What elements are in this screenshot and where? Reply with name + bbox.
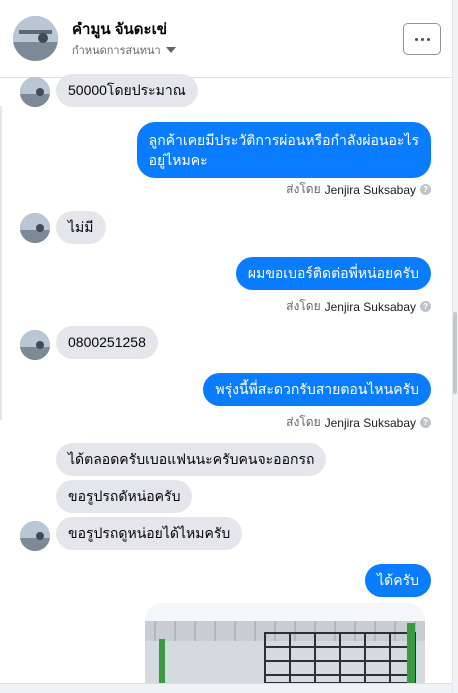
contact-avatar-small [20,213,50,243]
outgoing-message[interactable]: ผมขอเบอร์ติดต่อพี่หน่อยครับ [235,257,431,290]
contact-avatar-small [20,521,50,551]
outgoing-message[interactable]: ลูกค้าเคยมีประวัติการผ่อนหรือกำลังผ่อนอะ… [136,122,431,178]
scrollbar-thumb[interactable] [453,312,457,394]
sender-name: Jenjira Suksabay [324,415,416,430]
incoming-message[interactable]: ไม่มี [56,211,106,244]
conversation-schedule-dropdown[interactable]: กำหนดการสนทนา [72,41,176,59]
left-border [0,106,2,420]
chat-header: คำมูน จันดะเข่ กำหนดการสนทนา [0,0,452,78]
help-icon[interactable]: ? [420,301,431,312]
ellipsis-icon [414,37,418,41]
contact-avatar-small [20,330,50,360]
incoming-message[interactable]: ขอรูปรถดัหน่อครับ [56,480,193,513]
sent-by-label: ส่งโดย Jenjira Suksabay ? [286,413,431,432]
photo-attachment[interactable] [145,603,425,683]
help-icon[interactable]: ? [420,184,431,195]
incoming-message[interactable]: ขอรูปรถดูหน่อยได้ไหมครับ [56,517,243,550]
incoming-message[interactable]: 0800251258 [56,326,158,359]
help-icon[interactable]: ? [420,417,431,428]
incoming-message[interactable]: ได้ตลอดครับเบอแฟนนะครับคนจะออกรถ [56,443,327,476]
conversation-schedule-label: กำหนดการสนทนา [72,45,161,57]
message-line: อยู่ไหมคะ [148,152,208,168]
caret-down-icon [165,47,176,53]
contact-avatar[interactable] [13,16,58,61]
message-line: ลูกค้าเคยมีประวัติการผ่อนหรือกำลังผ่อนอะ… [148,132,419,148]
sent-by-label: ส่งโดย Jenjira Suksabay ? [286,180,431,199]
outgoing-message[interactable]: ได้ครับ [365,564,431,597]
sender-name: Jenjira Suksabay [324,182,416,197]
incoming-message[interactable]: 50000โดยประมาณ [56,74,198,107]
composer-edge [0,683,452,693]
contact-avatar-small [20,77,50,107]
sender-name: Jenjira Suksabay [324,299,416,314]
sent-by-label: ส่งโดย Jenjira Suksabay ? [286,297,431,316]
more-options-button[interactable] [403,23,441,55]
contact-name[interactable]: คำมูน จันดะเข่ [72,17,167,41]
outgoing-message[interactable]: พรุ่งนี้พี่สะดวกรับสายตอนไหนครับ [203,373,431,406]
